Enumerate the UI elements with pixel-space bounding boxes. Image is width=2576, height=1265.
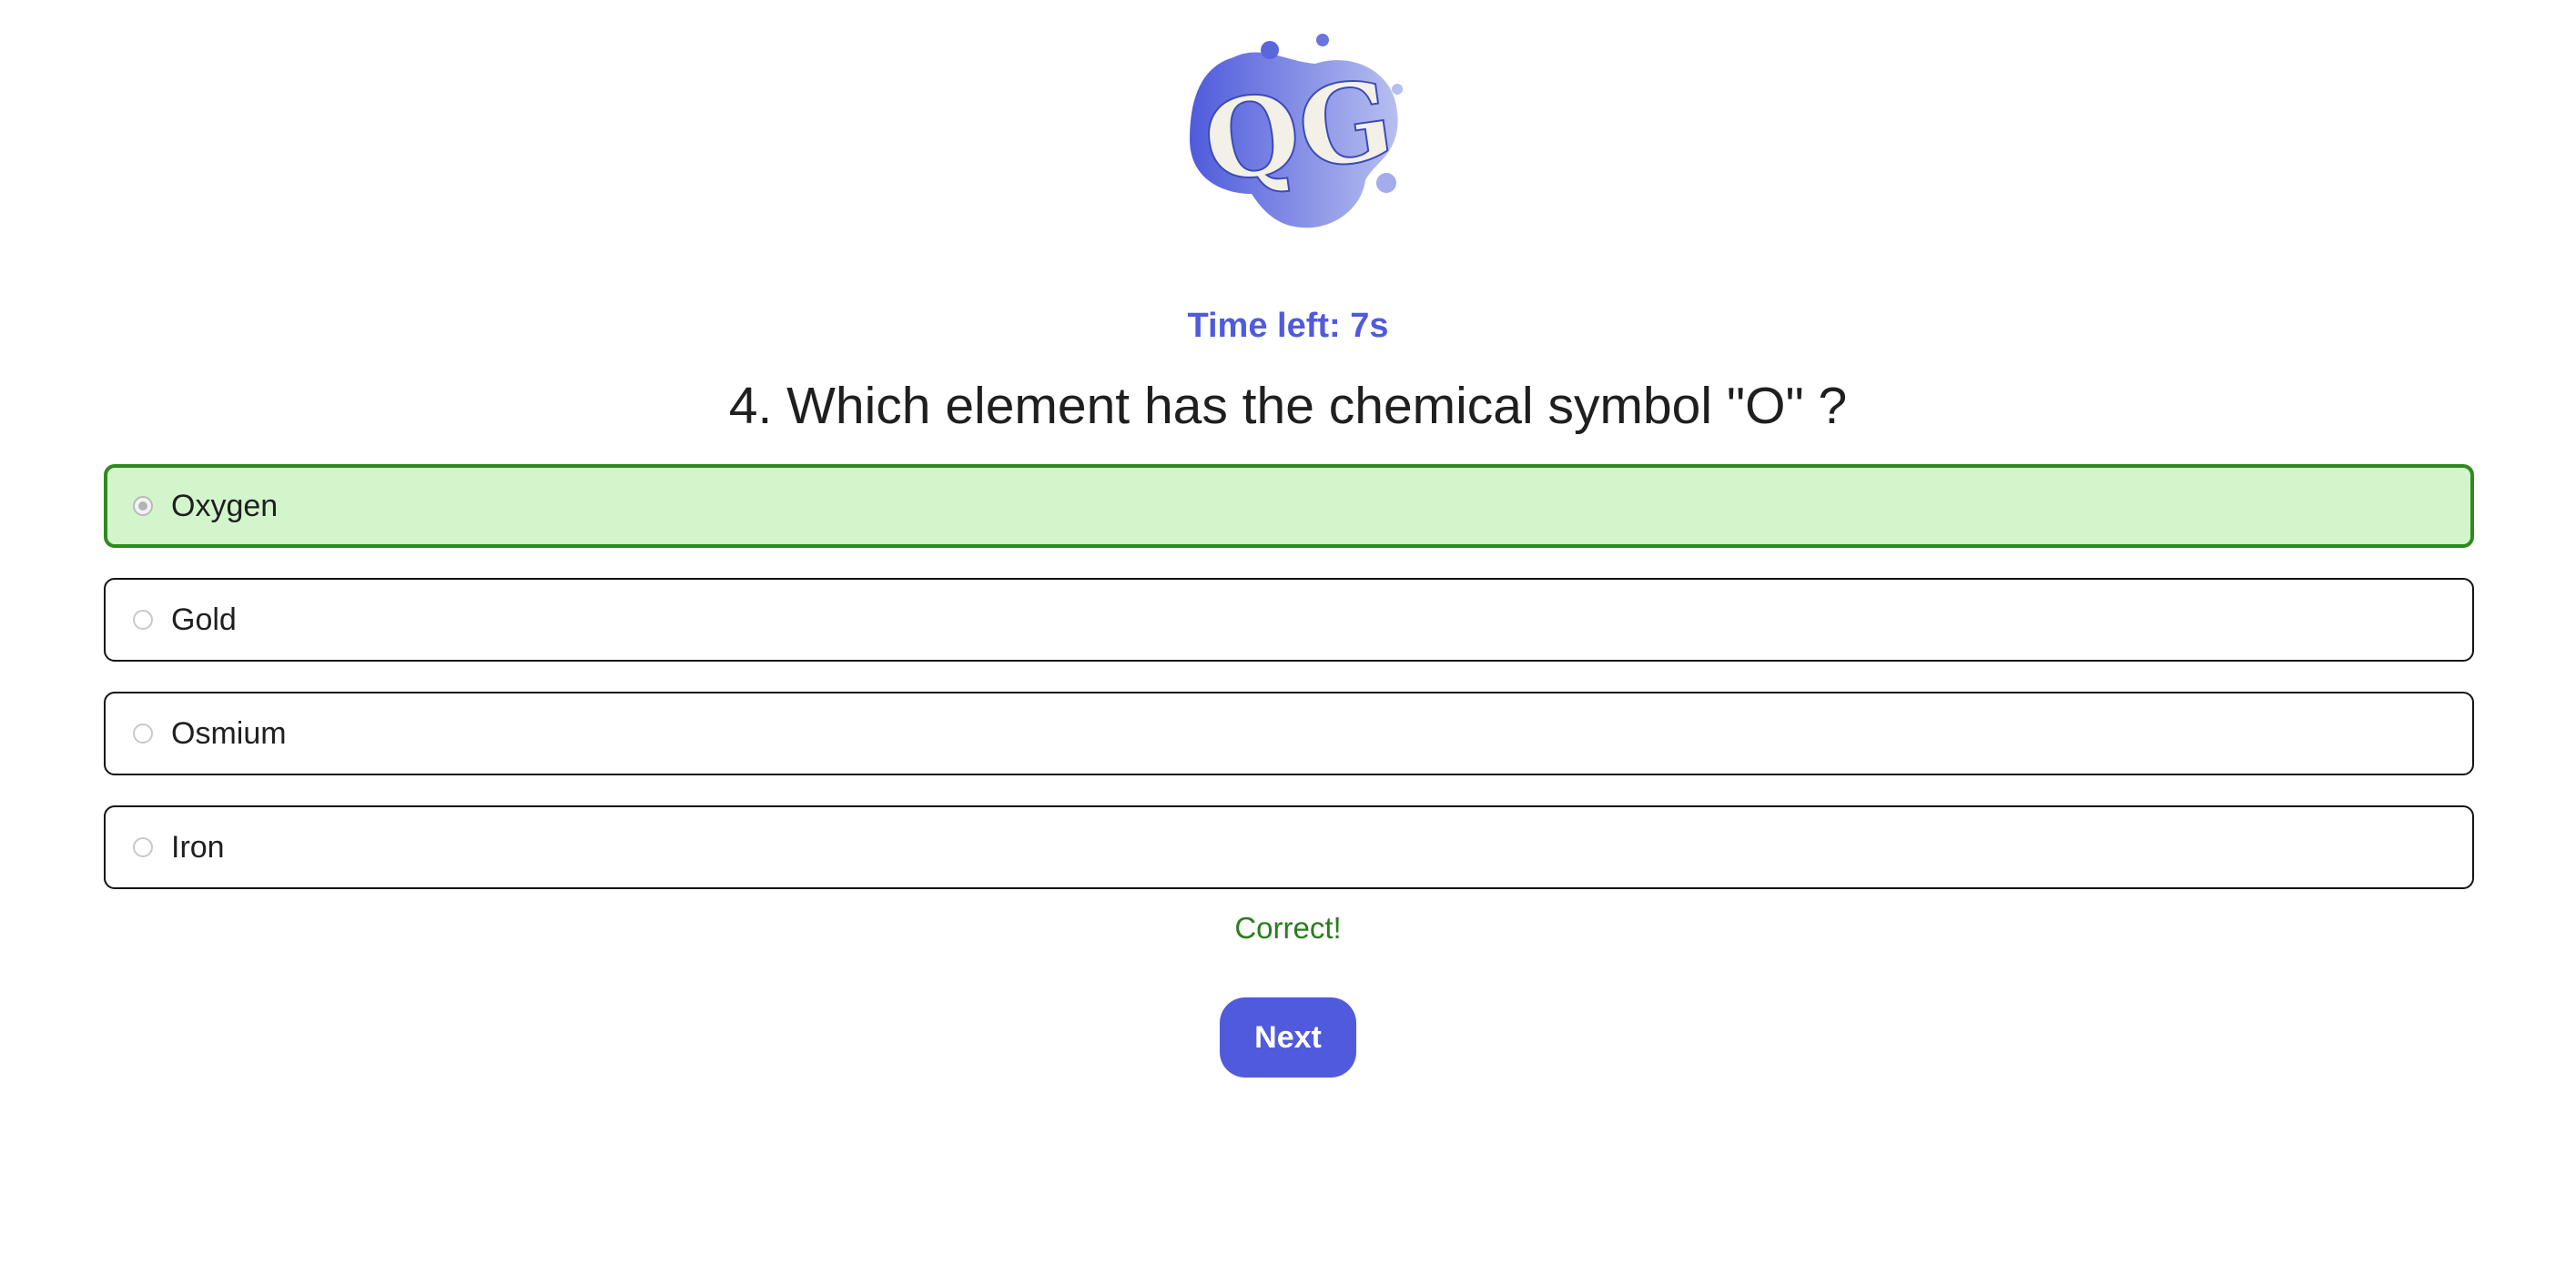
answer-option-iron[interactable]: Iron bbox=[104, 805, 2474, 889]
answer-option-oxygen[interactable]: Oxygen bbox=[104, 464, 2474, 548]
answer-option-label: Iron bbox=[171, 830, 225, 865]
radio-icon[interactable] bbox=[133, 724, 153, 744]
answer-option-osmium[interactable]: Osmium bbox=[104, 692, 2474, 775]
logo-monogram: QG bbox=[1196, 55, 1401, 207]
radio-icon[interactable] bbox=[133, 610, 153, 630]
feedback-message: Correct! bbox=[1234, 911, 1342, 945]
next-button[interactable]: Next bbox=[1220, 997, 1356, 1078]
question-title: 4. Which element has the chemical symbol… bbox=[728, 377, 1848, 435]
radio-icon[interactable] bbox=[133, 837, 153, 857]
answer-option-gold[interactable]: Gold bbox=[104, 578, 2474, 662]
answer-option-label: Osmium bbox=[171, 716, 287, 751]
answer-option-label: Gold bbox=[171, 602, 237, 637]
radio-selected-icon[interactable] bbox=[133, 496, 153, 516]
timer-text: Time left: 7s bbox=[1187, 307, 1389, 345]
answer-option-label: Oxygen bbox=[171, 489, 279, 523]
logo: QG bbox=[1179, 25, 1415, 235]
answer-options: Oxygen Gold Osmium Iron bbox=[104, 464, 2474, 919]
qg-blob-logo-icon: QG bbox=[1190, 34, 1403, 228]
